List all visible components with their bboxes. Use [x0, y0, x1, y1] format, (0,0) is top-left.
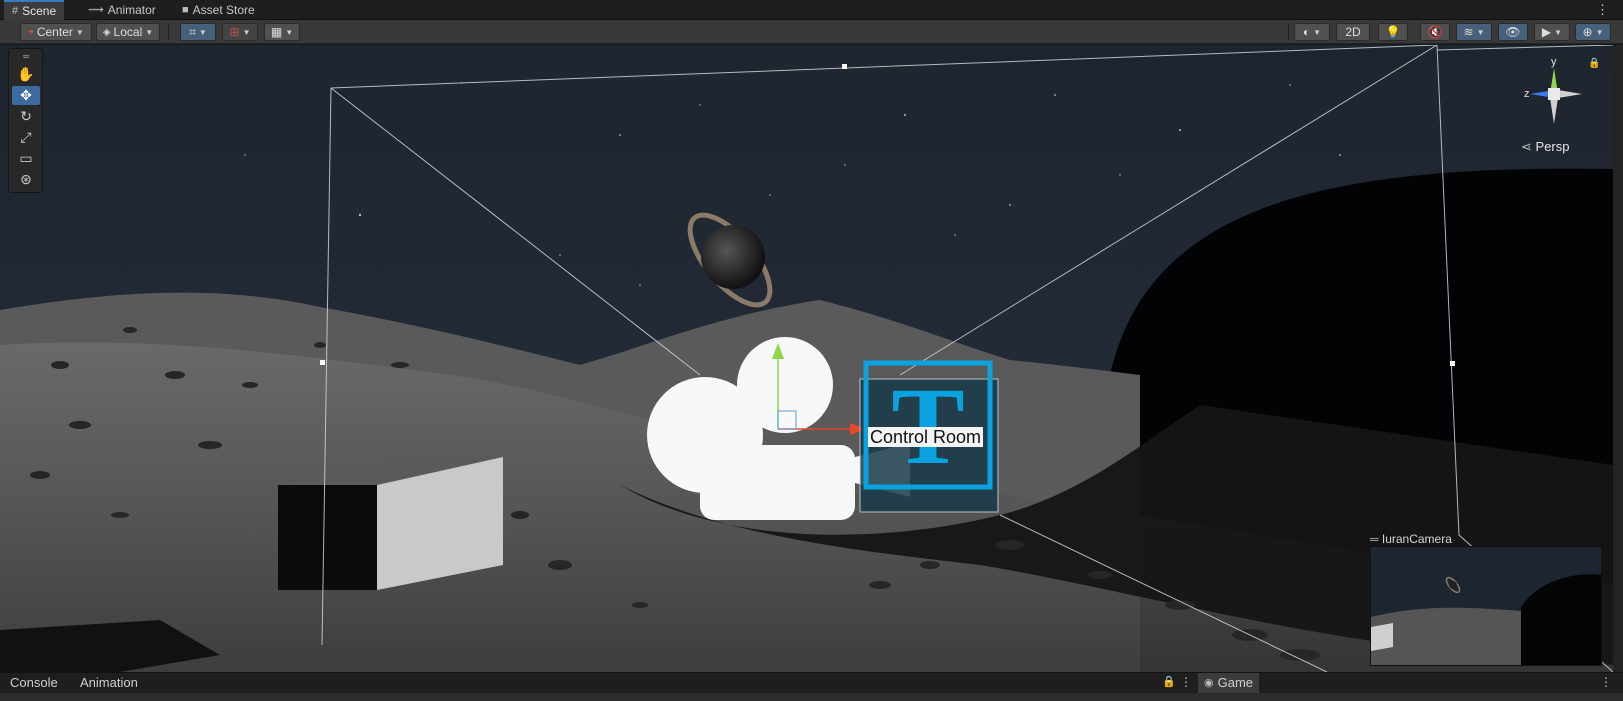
chevron-down-icon: ▼ — [242, 27, 251, 37]
text-object-label[interactable]: Control Room — [868, 427, 984, 447]
drag-handle-icon[interactable]: ═ — [1370, 532, 1379, 546]
perspective-icon: ⋖ — [1521, 139, 1532, 154]
move-tool-icon[interactable]: ✥ — [12, 86, 40, 105]
tab-animation[interactable]: Animation — [74, 673, 144, 693]
tab-console[interactable]: Console — [4, 673, 64, 693]
pivot-rotation-dropdown[interactable]: ◈ Local ▼ — [96, 23, 160, 41]
chevron-down-icon: ▼ — [1476, 27, 1485, 37]
audio-toggle[interactable]: 🔇 — [1420, 23, 1450, 41]
lock-icon[interactable]: 🔒 — [1588, 58, 1600, 69]
game-menu-kebab-icon[interactable]: ⋮ — [1600, 675, 1612, 689]
eye-slash-icon: 👁 — [1505, 25, 1521, 39]
cube-icon: ◈ — [102, 26, 111, 38]
tab-game[interactable]: ◉ Game — [1198, 673, 1260, 693]
camera-preview — [1370, 546, 1602, 666]
chevron-down-icon: ▼ — [1595, 27, 1604, 37]
mode-2d-toggle[interactable]: 2D — [1336, 23, 1370, 41]
lightbulb-icon: 💡 — [1385, 25, 1401, 39]
chevron-down-icon: ▼ — [198, 27, 207, 37]
bag-icon: ■ — [182, 4, 189, 16]
tab-animator-label: Animator — [107, 3, 156, 17]
speaker-muted-icon: 🔇 — [1427, 25, 1443, 39]
scene-visibility-toggle[interactable]: 👁 — [1498, 23, 1528, 41]
tab-menu-kebab-icon[interactable]: ⋮ — [1596, 2, 1609, 18]
tab-game-label: Game — [1217, 675, 1254, 690]
pivot-mode-label: Center — [36, 25, 73, 39]
scale-tool-icon[interactable]: ⤢ — [12, 128, 40, 147]
camera-preview-render — [1371, 547, 1601, 665]
bottom-tabbar: Console Animation 🔒 ⋮ ◉ Game ⋮ — [0, 672, 1623, 701]
gizmos-dropdown[interactable]: ⊕ ▼ — [1575, 23, 1611, 41]
text-t-icon: T — [891, 365, 964, 487]
camera-preview-title: ═ IuranCamera — [1370, 532, 1452, 546]
camera-settings-dropdown[interactable]: ▶ ▼ — [1534, 23, 1570, 41]
grid-icon: # — [12, 5, 19, 17]
layers-icon: ≋ — [1463, 25, 1474, 39]
tab-asset-store[interactable]: ■ Asset Store — [174, 0, 263, 20]
projection-toggle[interactable]: ⋖ Persp — [1521, 139, 1570, 155]
tab-console-label: Console — [10, 675, 58, 690]
rotate-tool-icon[interactable]: ↻ — [12, 107, 40, 126]
tab-animator[interactable]: ⟿ Animator — [80, 0, 164, 20]
pivot-rotation-label: Local — [113, 25, 143, 39]
axis-z-label: z — [1524, 88, 1530, 100]
grid-snap-toggle[interactable]: ⌗ ▼ — [180, 23, 216, 41]
chevron-down-icon: ▼ — [285, 27, 294, 37]
lock-icon[interactable]: 🔒 — [1162, 675, 1176, 688]
viewport-scrollbar[interactable] — [1613, 45, 1623, 672]
camera-preview-name: IuranCamera — [1381, 532, 1452, 546]
increment-snap-toggle[interactable]: ⊞ ▼ — [222, 23, 258, 41]
transform-tool-icon[interactable]: ⊛ — [12, 170, 40, 189]
chevron-down-icon: ▼ — [145, 27, 154, 37]
grip-icon[interactable]: ═ — [12, 52, 40, 61]
grid-lines-icon: ▦ — [270, 25, 283, 39]
tab-scene[interactable]: # Scene — [4, 0, 65, 20]
projection-label: Persp — [1535, 139, 1570, 154]
chevron-down-icon: ▼ — [1554, 27, 1563, 37]
tool-panel: ═ ✋ ✥ ↻ ⤢ ▭ ⊛ — [8, 48, 43, 193]
mode-2d-label: 2D — [1345, 25, 1361, 39]
hand-tool-icon[interactable]: ✋ — [12, 65, 40, 84]
chevron-down-icon: ▼ — [1313, 27, 1322, 37]
lighting-toggle[interactable]: 💡 — [1378, 23, 1408, 41]
snap-increment-icon: ⊞ — [229, 25, 240, 39]
grid-snap-icon: ⌗ — [189, 24, 196, 39]
globe-icon: ⊕ — [1582, 25, 1593, 39]
rect-tool-icon[interactable]: ▭ — [12, 149, 40, 168]
panel-menu-kebab-icon[interactable]: ⋮ — [1180, 675, 1192, 689]
editor-tabbar: # Scene ⟿ Animator ■ Asset Store ⋮ — [0, 0, 1623, 20]
tab-animation-label: Animation — [80, 675, 138, 690]
gamepad-icon: ◉ — [1204, 677, 1214, 689]
axis-y-label: y — [1551, 56, 1557, 68]
camera-icon: ▶ — [1541, 25, 1552, 39]
grid-visibility-toggle[interactable]: ▦ ▼ — [264, 23, 300, 41]
tab-scene-label: Scene — [22, 4, 57, 18]
shading-icon: ◐ — [1302, 25, 1311, 39]
animator-icon: ⟿ — [88, 4, 104, 16]
effects-dropdown[interactable]: ≋ ▼ — [1456, 23, 1492, 41]
pivot-icon: ⌖ — [28, 26, 34, 38]
draw-mode-dropdown[interactable]: ◐ ▼ — [1294, 23, 1330, 41]
scene-toolbar: ⌖ Center ▼ ◈ Local ▼ ⌗ ▼ ⊞ ▼ ▦ ▼ ◐ ▼ 2D … — [0, 20, 1623, 44]
chevron-down-icon: ▼ — [75, 27, 84, 37]
tab-asset-store-label: Asset Store — [192, 3, 255, 17]
pivot-mode-dropdown[interactable]: ⌖ Center ▼ — [20, 23, 92, 41]
